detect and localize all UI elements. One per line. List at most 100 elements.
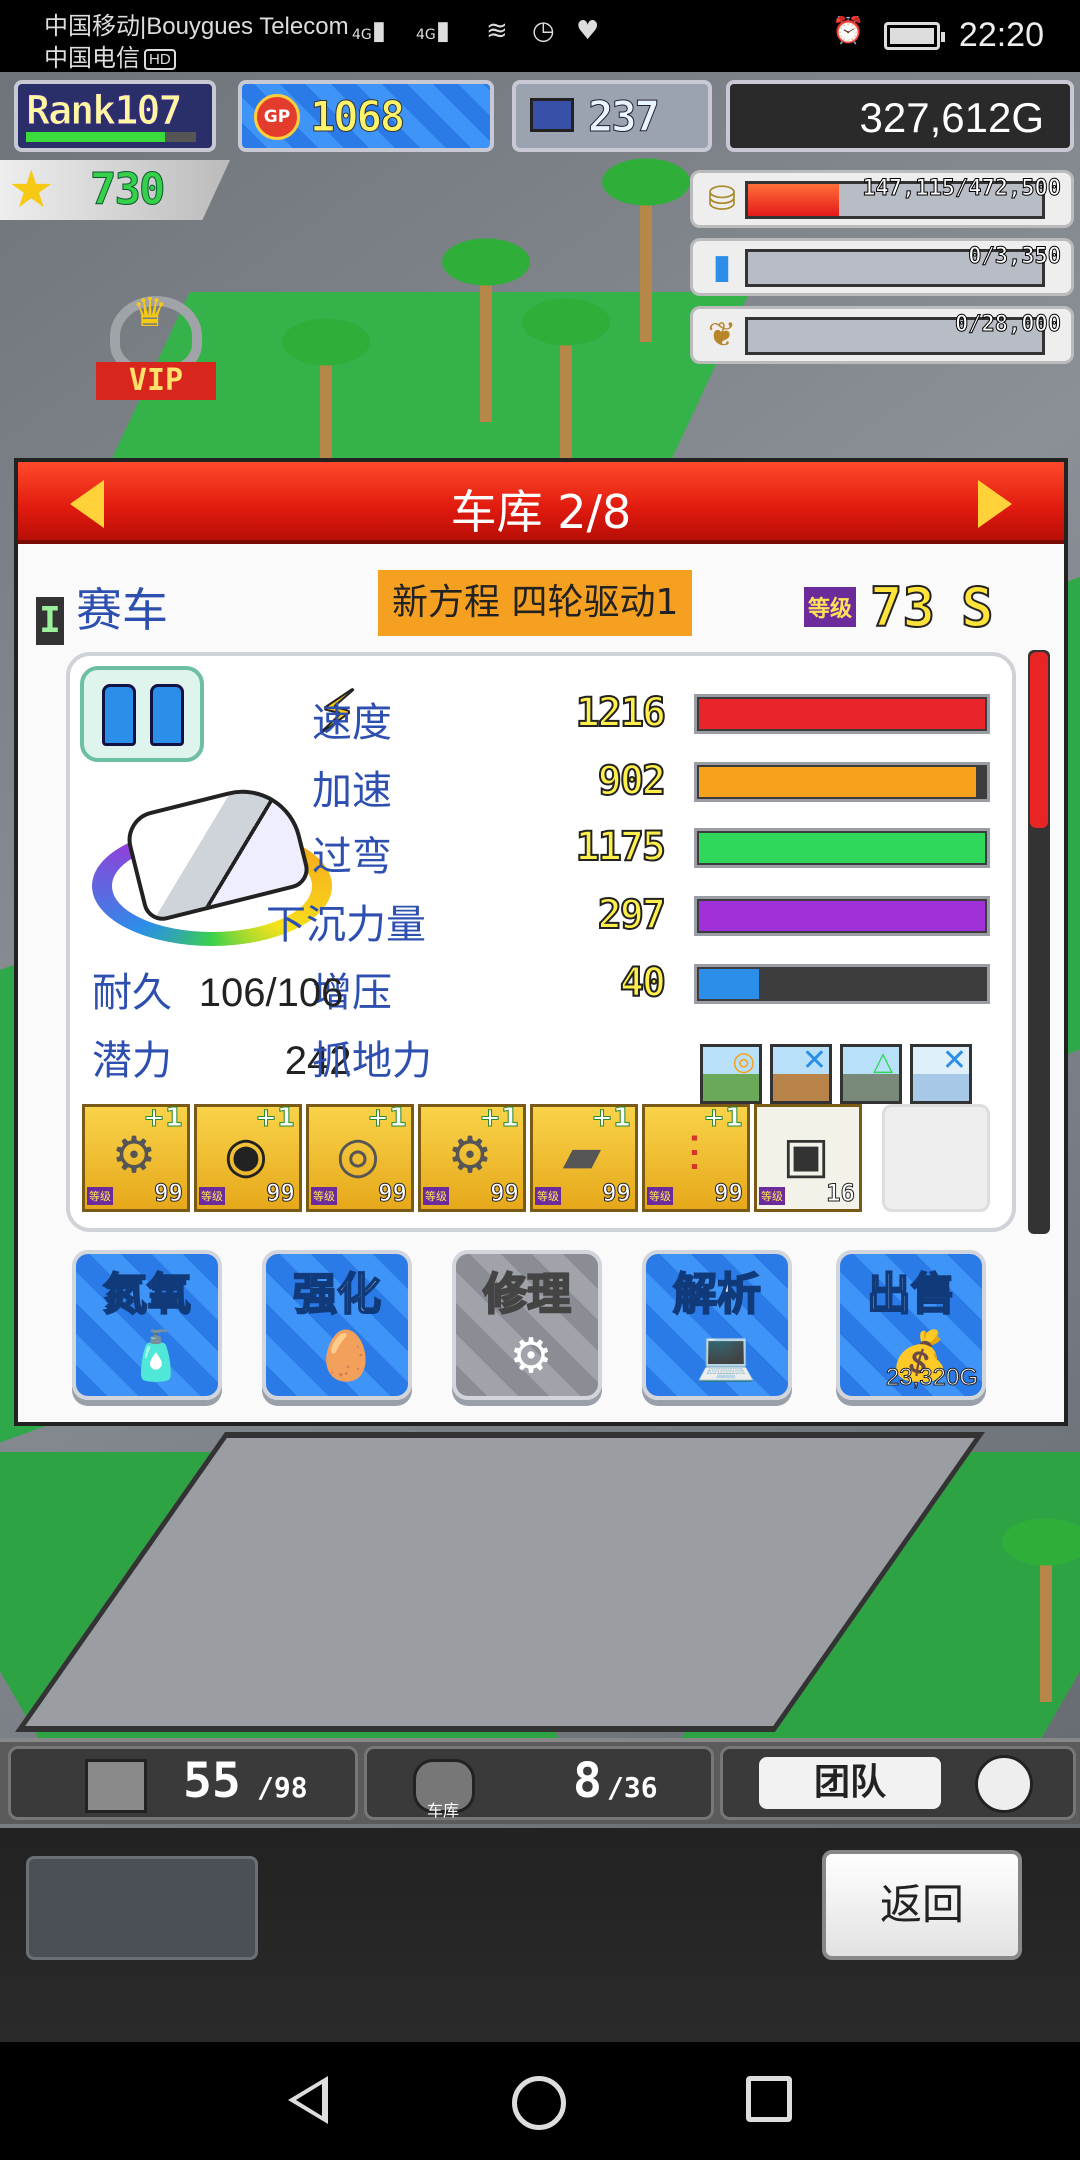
wrench-gear-icon: ⚙ bbox=[509, 1328, 553, 1384]
heart-rate-icon: ♥ bbox=[576, 16, 600, 46]
panel-header: 车库 2/8 bbox=[18, 462, 1064, 544]
part-turbo[interactable]: ⚙ +1 等级 99 bbox=[418, 1103, 526, 1212]
part-plus: +1 bbox=[479, 1103, 520, 1134]
part-suspension[interactable]: ⫶ +1 等级 99 bbox=[642, 1103, 750, 1212]
carrier-secondary-label: 中国电信 bbox=[44, 45, 140, 72]
part-engine[interactable]: ⚙ +1 等级 99 bbox=[82, 1103, 190, 1212]
signal-label: 4G bbox=[352, 27, 372, 43]
recents-square-icon[interactable] bbox=[746, 2076, 792, 2122]
stat-value: 1175 bbox=[575, 823, 667, 871]
vip-button[interactable]: ♛ VIP bbox=[96, 290, 216, 410]
garage-panel: 车库 2/8 I 赛车 新方程 四轮驱动1 等级 73 S ⚡ 速度 1216 加速 … bbox=[14, 458, 1068, 1426]
part-plus: +1 bbox=[367, 1103, 408, 1134]
car-name[interactable]: 新方程 四轮驱动1 bbox=[378, 570, 693, 636]
scrollbar[interactable] bbox=[1028, 650, 1050, 1234]
driver-avatar-icon bbox=[975, 1755, 1033, 1813]
rank-progress-bar bbox=[26, 132, 196, 142]
engine-icon: ⚙ bbox=[111, 1126, 157, 1184]
durability-label: 耐久 bbox=[92, 970, 172, 1016]
part-tire[interactable]: ◉ +1 等级 99 bbox=[194, 1103, 302, 1212]
stat-bar-fill bbox=[699, 901, 985, 931]
carrier-primary: 中国移动|Bouygues Telecom bbox=[44, 13, 349, 40]
empty-slot-button[interactable] bbox=[26, 1856, 258, 1960]
repair-button-label: 修理 bbox=[482, 1268, 572, 1321]
nitro-button[interactable]: 氮氧 🧴 bbox=[72, 1250, 222, 1400]
nitro-bottle-icon: 🧴 bbox=[126, 1328, 186, 1384]
back-button[interactable]: 返回 bbox=[822, 1850, 1022, 1960]
money-counter[interactable]: 327,612G bbox=[726, 80, 1074, 152]
stat-value: 1216 bbox=[575, 689, 667, 737]
back-triangle-icon[interactable] bbox=[288, 2076, 328, 2124]
level-label: 等级 bbox=[804, 587, 857, 627]
wing-icon: ▰ bbox=[562, 1126, 602, 1184]
terrain-dirt-icon: ✕ bbox=[770, 1043, 832, 1104]
money-value: 327,612G bbox=[859, 94, 1045, 141]
clock: 22:20 bbox=[958, 16, 1044, 54]
home-circle-icon[interactable] bbox=[512, 2076, 566, 2130]
part-level-tag: 等级 bbox=[311, 1187, 337, 1205]
stat-bar-fill bbox=[699, 969, 759, 999]
wifi-icon: ≋ bbox=[486, 16, 508, 46]
carrier-secondary: 中国电信 HD bbox=[44, 38, 176, 73]
gp-counter[interactable]: GP 1068 bbox=[238, 80, 494, 152]
fan-stars-counter[interactable]: ★ 730 bbox=[0, 160, 230, 220]
resource-fuel-value: 0/3,350 bbox=[968, 244, 1062, 270]
resource-wheat[interactable]: ❦ 0/28,000 bbox=[690, 306, 1074, 364]
top-hud: Rank107 GP 1068 237 327,612G bbox=[0, 80, 1080, 156]
garage-counter[interactable]: 车库 8 /36 bbox=[364, 1746, 714, 1820]
upgrade-button[interactable]: 强化 🥚 bbox=[262, 1250, 412, 1400]
research-counter[interactable]: 237 bbox=[512, 80, 712, 152]
next-arrow-icon[interactable] bbox=[978, 480, 1012, 528]
alarm-icon: ⏰ bbox=[832, 16, 865, 46]
level-value: 73 bbox=[869, 575, 936, 640]
bottom-counters: 55 /98 车库 8 /36 团队 bbox=[0, 1738, 1080, 1824]
category-tag: I bbox=[36, 597, 64, 645]
scrollbar-thumb[interactable] bbox=[1030, 652, 1048, 828]
resource-fuel[interactable]: ▮ 0/3,350 bbox=[690, 238, 1074, 296]
items-counter[interactable]: 55 /98 bbox=[8, 1746, 358, 1820]
analyze-button[interactable]: 解析 💻 bbox=[642, 1250, 792, 1400]
rank-badge[interactable]: Rank107 bbox=[14, 80, 216, 152]
repair-button[interactable]: 修理 ⚙ bbox=[452, 1250, 602, 1400]
signal-2-icon: 4G▮ bbox=[416, 16, 451, 46]
stat-name: 过弯 bbox=[312, 834, 392, 880]
durability: 耐久 106/106 bbox=[92, 960, 343, 1018]
part-level-tag: 等级 bbox=[647, 1187, 673, 1205]
computer-icon bbox=[530, 98, 574, 132]
team-label: 团队 bbox=[759, 1757, 941, 1809]
team-counter[interactable]: 团队 bbox=[720, 1746, 1076, 1820]
battery-icon bbox=[884, 22, 945, 50]
gp-value: 1068 bbox=[309, 92, 405, 142]
part-plus: +1 bbox=[591, 1103, 632, 1134]
garage-count: 8 bbox=[573, 1753, 602, 1809]
stat-value: 297 bbox=[597, 891, 667, 939]
sell-button-label: 出售 bbox=[866, 1268, 956, 1321]
stat-name: 加速 bbox=[312, 768, 392, 814]
terrain-snow-icon: ✕ bbox=[910, 1043, 972, 1104]
upgrade-button-label: 强化 bbox=[292, 1268, 382, 1321]
resource-coins[interactable]: ⛁ 147,115/472,500 bbox=[690, 170, 1074, 228]
stat-bar bbox=[694, 694, 990, 734]
part-wing[interactable]: ▰ +1 等级 99 bbox=[530, 1103, 638, 1212]
stat-bar bbox=[694, 828, 990, 868]
part-plus: +1 bbox=[143, 1103, 184, 1134]
palm-tree bbox=[990, 1512, 1080, 1702]
vip-label: VIP bbox=[96, 362, 216, 400]
nitro-button-label: 氮氧 bbox=[102, 1268, 192, 1321]
resource-wheat-value: 0/28,000 bbox=[955, 312, 1062, 338]
palm-tree bbox=[430, 232, 542, 422]
items-max: /98 bbox=[257, 1771, 308, 1804]
stat-bar-fill bbox=[699, 767, 977, 797]
car-category: I 赛车 bbox=[36, 574, 168, 645]
garage-max: /36 bbox=[607, 1771, 658, 1804]
part-slot-empty[interactable] bbox=[882, 1104, 990, 1212]
part-level-tag: 等级 bbox=[87, 1187, 113, 1205]
sell-price: 23,320G bbox=[885, 1364, 978, 1392]
grip-label: 抓地力 bbox=[312, 1038, 432, 1084]
status-bar: 中国移动|Bouygues Telecom 中国电信 HD 4G▮ 4G▮ ≋ ◷… bbox=[0, 0, 1080, 72]
sell-button[interactable]: 出售 💰 23,320G bbox=[836, 1250, 986, 1400]
grip: 抓地力 bbox=[312, 1028, 432, 1086]
resource-coins-value: 147,115/472,500 bbox=[862, 176, 1062, 202]
part-chip[interactable]: ▣ 等级 16 bbox=[754, 1104, 862, 1212]
part-brake[interactable]: ◎ +1 等级 99 bbox=[306, 1103, 414, 1212]
